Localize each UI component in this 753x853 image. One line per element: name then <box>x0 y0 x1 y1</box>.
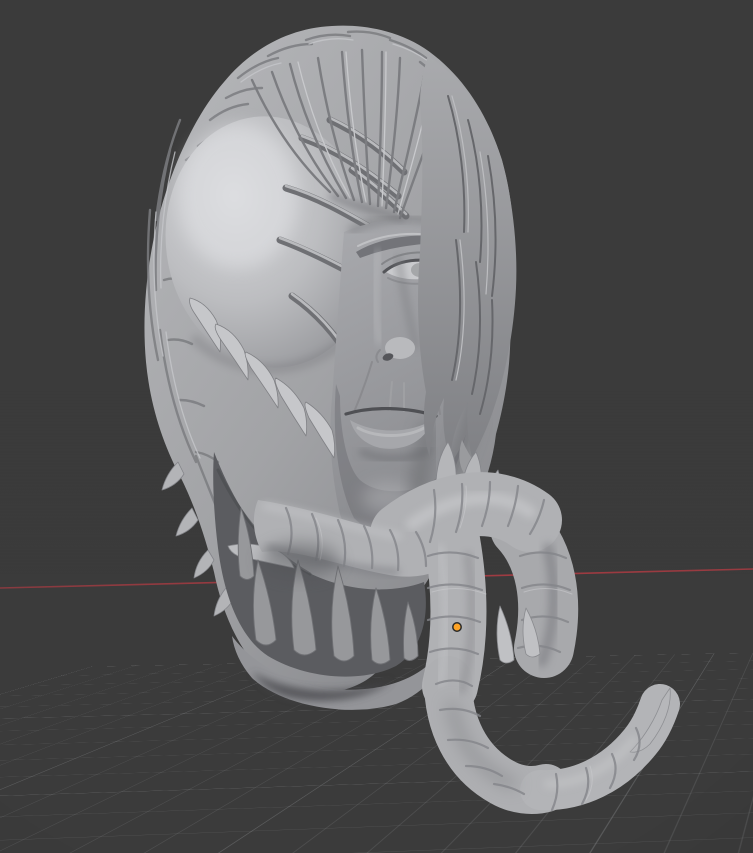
tongue-root-shadow <box>260 542 340 578</box>
eye-dome-highlight <box>178 124 298 268</box>
sculpt-model[interactable] <box>144 26 670 810</box>
origin-dot-circle[interactable] <box>453 623 461 631</box>
fang <box>497 606 514 663</box>
scene-svg <box>0 0 753 853</box>
blender-3d-viewport[interactable] <box>0 0 753 853</box>
origin-dot[interactable] <box>453 623 461 631</box>
spike <box>176 508 198 536</box>
